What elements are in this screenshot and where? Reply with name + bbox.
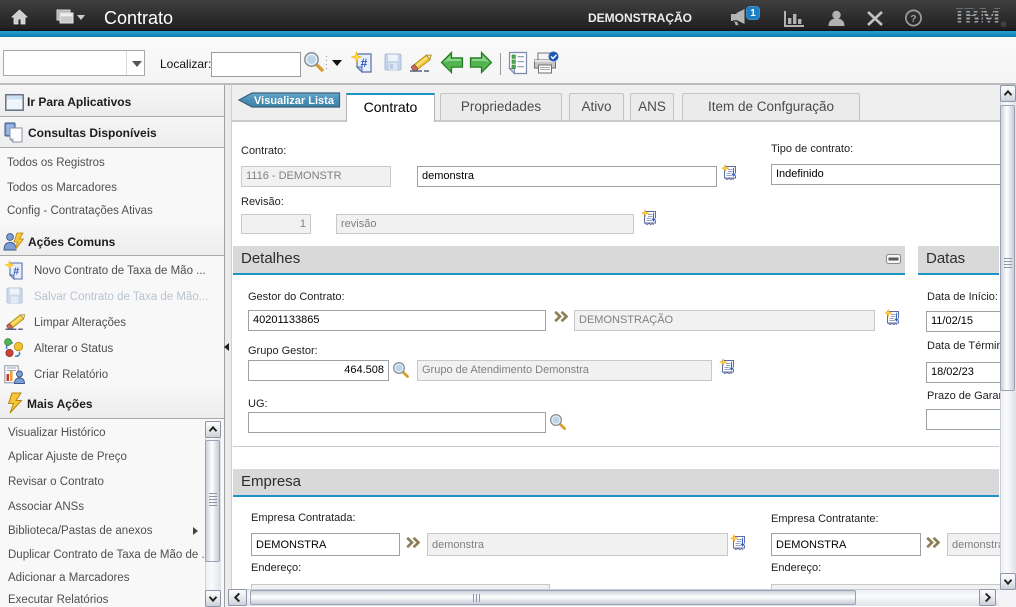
svg-text:Visualizar Lista: Visualizar Lista bbox=[254, 95, 335, 107]
svg-text:#: # bbox=[13, 266, 19, 278]
svg-text:#: # bbox=[361, 56, 368, 70]
svg-text:?: ? bbox=[910, 13, 916, 25]
